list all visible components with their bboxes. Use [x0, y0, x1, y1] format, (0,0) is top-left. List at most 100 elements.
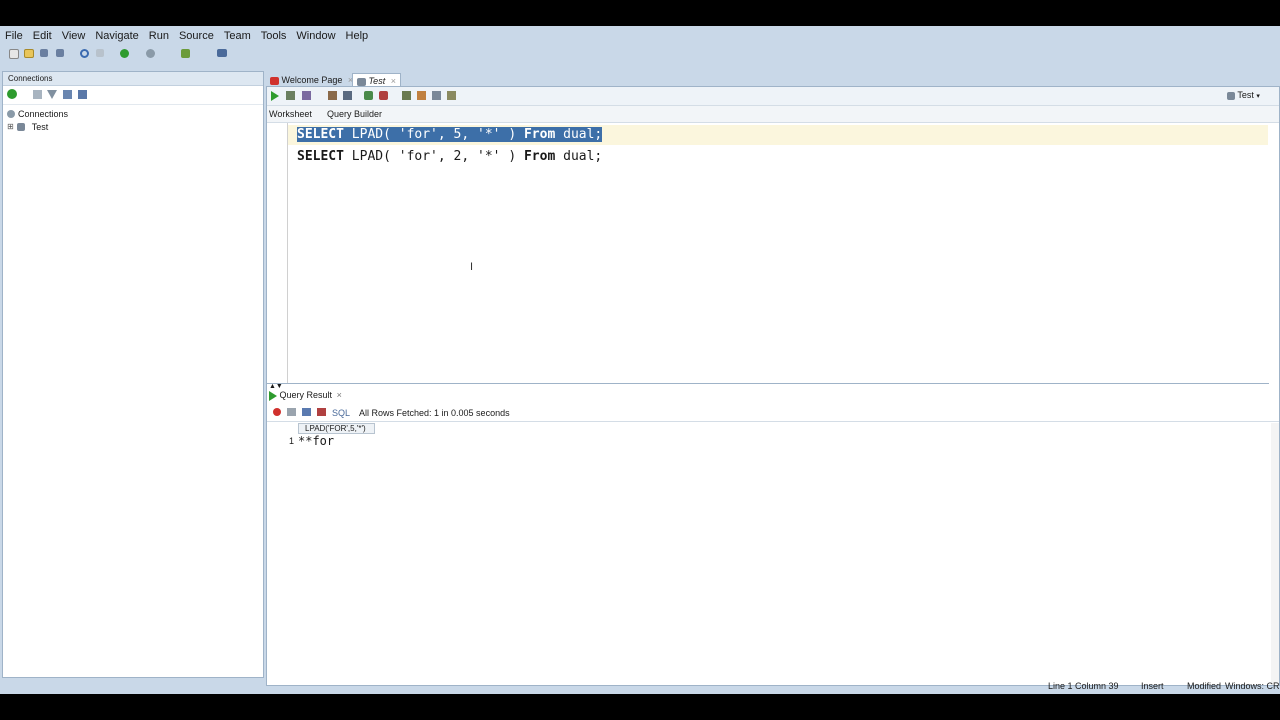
menu-help[interactable]: Help: [341, 26, 374, 42]
editor-tab-strip: Welcome Page × Test ×: [266, 71, 1280, 87]
menu-window[interactable]: Window: [291, 26, 340, 42]
connections-toolbar: [3, 86, 263, 105]
eraser-icon[interactable]: [417, 91, 426, 100]
redo-icon[interactable]: [96, 49, 104, 57]
line-gutter: [267, 123, 288, 383]
result-toolbar: SQL All Rows Fetched: 1 in 0.005 seconds: [267, 405, 1279, 422]
run-icon: [269, 390, 277, 401]
sql-keyword: SELECT: [297, 149, 344, 164]
connection-selector-label: Test: [1237, 90, 1254, 100]
worksheet-toolbar: Test ▾: [267, 87, 1279, 106]
menu-edit[interactable]: Edit: [28, 26, 57, 42]
autotrace-icon[interactable]: [302, 91, 311, 100]
add-connection-icon[interactable]: [7, 89, 17, 99]
menu-navigate[interactable]: Navigate: [90, 26, 143, 42]
rollback-icon[interactable]: [379, 91, 388, 100]
find-icon[interactable]: [343, 91, 352, 100]
commit-icon[interactable]: [364, 91, 373, 100]
sql-text: dual;: [555, 127, 603, 142]
modified-status: Modified: [1187, 681, 1222, 691]
explain-plan-icon[interactable]: [328, 91, 337, 100]
connections-panel-title: Connections: [3, 72, 263, 86]
run-statement-icon[interactable]: [271, 91, 279, 101]
tree-item-connections[interactable]: Connections: [7, 107, 263, 120]
code-line-2[interactable]: SELECT LPAD( 'for', 2, '*' ) From dual;: [297, 147, 602, 167]
result-scrollbar[interactable]: [1271, 423, 1279, 683]
menu-source[interactable]: Source: [174, 26, 219, 42]
pin-icon[interactable]: [273, 408, 281, 416]
run-script-icon[interactable]: [286, 91, 295, 100]
save-icon[interactable]: [40, 49, 48, 57]
cancel-icon[interactable]: [317, 408, 326, 416]
schema-browser-icon[interactable]: [78, 90, 87, 99]
expand-icon[interactable]: ⊞: [7, 122, 14, 131]
chevron-down-icon: ▾: [1256, 93, 1260, 100]
import-icon[interactable]: [63, 90, 72, 99]
menu-view[interactable]: View: [57, 26, 91, 42]
sql-text: LPAD( 'for', 2, '*' ): [343, 149, 517, 164]
line-endings: Windows: CR: [1225, 681, 1280, 691]
close-icon[interactable]: ×: [337, 390, 342, 400]
sql-tuning-icon[interactable]: [402, 91, 411, 100]
sql-keyword: From: [523, 127, 556, 142]
save-all-icon[interactable]: [56, 49, 64, 57]
tree-item-label: Connections: [18, 108, 69, 119]
database-icon: [1227, 91, 1235, 100]
tree-item-test[interactable]: ⊞ Test: [7, 120, 263, 133]
tab-label: Query Result: [279, 390, 333, 400]
menu-file[interactable]: File: [0, 26, 28, 42]
status-bar: Line 1 Column 39 Insert Modified Windows…: [0, 676, 1280, 694]
connections-tree: Connections ⊞ Test: [3, 105, 263, 133]
run-icon[interactable]: [120, 49, 129, 58]
row-number: 1: [289, 436, 295, 446]
cell-value[interactable]: **for: [298, 434, 334, 448]
connections-icon: [7, 109, 15, 118]
menu-run[interactable]: Run: [144, 26, 174, 42]
tab-welcome-page[interactable]: Welcome Page ×: [266, 73, 357, 87]
tab-test[interactable]: Test ×: [352, 73, 401, 87]
format-icon[interactable]: [447, 91, 456, 100]
code-line-1[interactable]: SELECT LPAD( 'for', 5, '*' ) From dual;: [297, 125, 603, 145]
menu-bar: File Edit View Navigate Run Source Team Tools Wi…: [0, 26, 1280, 46]
sql-developer-window: File Edit View Navigate Run Source Team Tools Wi…: [0, 26, 1280, 694]
sql-keyword: SELECT: [297, 127, 344, 142]
tab-query-builder[interactable]: Query Builder: [327, 109, 382, 119]
fetch-status: All Rows Fetched: 1 in 0.005 seconds: [359, 408, 510, 418]
welcome-icon: [270, 76, 279, 85]
forward-icon[interactable]: [146, 49, 155, 58]
sql-text: LPAD( 'for', 5, '*' ): [343, 127, 517, 142]
database-icon: [16, 122, 25, 131]
tab-worksheet[interactable]: Worksheet: [269, 109, 312, 119]
sql-label[interactable]: SQL: [332, 408, 350, 418]
history-icon[interactable]: [432, 91, 441, 100]
main-toolbar: [0, 46, 1280, 64]
sql-worksheet: Test ▾ Worksheet Query Builder SELECT LP…: [266, 86, 1280, 686]
open-folder-icon[interactable]: [24, 49, 34, 58]
sql-text: dual;: [555, 149, 603, 164]
sql-worksheet-icon: [357, 77, 366, 86]
connections-panel: Connections Connections ⊞ Test: [2, 71, 264, 678]
menu-tools[interactable]: Tools: [256, 26, 292, 42]
connection-selector[interactable]: Test ▾: [1227, 90, 1260, 100]
text-cursor-icon: I: [470, 261, 474, 273]
refresh-icon[interactable]: [33, 90, 42, 99]
binoculars-icon[interactable]: [217, 49, 227, 57]
menu-team[interactable]: Team: [219, 26, 256, 42]
tab-query-result[interactable]: Query Result ×: [269, 390, 342, 401]
tree-item-label: Test: [31, 121, 49, 132]
worksheet-subtabs: Worksheet Query Builder: [267, 106, 1279, 123]
column-header[interactable]: LPAD('FOR',5,'*'): [298, 423, 375, 434]
refresh-icon[interactable]: [302, 408, 311, 416]
result-tab-strip: Query Result ×: [267, 388, 1279, 404]
print-icon[interactable]: [287, 408, 296, 416]
undo-icon[interactable]: [80, 49, 89, 58]
new-file-icon[interactable]: [9, 49, 19, 59]
insert-mode: Insert: [1141, 681, 1164, 691]
filter-icon[interactable]: [47, 90, 57, 99]
tab-label: Welcome Page: [281, 75, 343, 85]
sql-editor[interactable]: SELECT LPAD( 'for', 5, '*' ) From dual; …: [267, 123, 1269, 384]
close-icon[interactable]: ×: [391, 76, 396, 86]
debug-icon[interactable]: [181, 49, 190, 58]
sql-keyword: From: [523, 149, 556, 164]
tab-label: Test: [368, 76, 386, 86]
